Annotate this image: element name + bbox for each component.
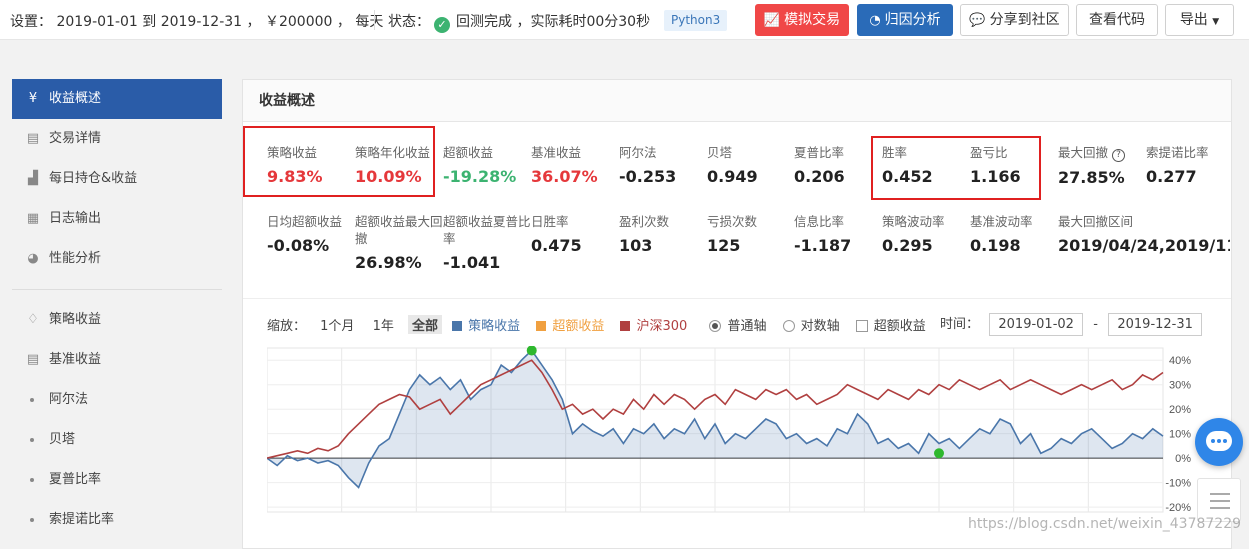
time-label: 时间：: [940, 317, 980, 332]
sidebar-subitem-alpha[interactable]: 阿尔法: [12, 380, 222, 420]
y-tick-label: 30%: [1169, 380, 1191, 392]
divider: [374, 10, 375, 30]
metric-win-count: 盈利次数 103: [619, 214, 670, 255]
metric-daily-win-rate: 日胜率 0.475: [531, 214, 582, 255]
sidebar-subitem-beta[interactable]: 贝塔: [12, 420, 222, 460]
export-dropdown[interactable]: 导出 ▼: [1165, 4, 1234, 36]
metric-excess-max-drawdown: 超额收益最大回撤 26.98%: [355, 214, 443, 272]
sidebar-item-performance[interactable]: ◕ 性能分析: [12, 239, 222, 279]
view-code-button[interactable]: 查看代码: [1076, 4, 1158, 36]
end-date-input[interactable]: 2019-12-31: [1108, 313, 1203, 336]
chat-float-button[interactable]: [1195, 418, 1243, 466]
pie-chart-icon: ◔: [869, 13, 881, 28]
overview-panel: 收益概述 策略收益 9.83% 策略年化收益 10.09% 超额收益 -19.28% …: [242, 79, 1232, 549]
metric-beta: 贝塔 0.949: [707, 145, 758, 186]
metric-excess-sharpe: 超额收益夏普比率 -1.041: [443, 214, 531, 272]
pie-icon: ◕: [27, 251, 39, 266]
sidebar-item-strategy-return[interactable]: ♢ 策略收益: [12, 300, 222, 340]
legend-excess[interactable]: 超额收益: [536, 319, 610, 334]
highlight-box-returns: [243, 126, 435, 197]
bullet-icon: [30, 478, 34, 482]
panel-title: 收益概述: [243, 80, 1231, 122]
bulb-icon: ♢: [27, 312, 39, 327]
watermark: https://blog.csdn.net/weixin_43787229: [968, 516, 1242, 532]
metric-sortino: 索提诺比率 0.277: [1146, 145, 1209, 186]
sidebar-item-overview[interactable]: ¥ 收益概述: [12, 79, 222, 119]
legend-hs300[interactable]: 沪深300: [620, 319, 693, 334]
y-tick-label: 10%: [1169, 429, 1191, 441]
log-icon: ▦: [26, 211, 40, 226]
list-icon: ▤: [26, 131, 40, 146]
time-range: 时间： 2019-01-02 - 2019-12-31: [940, 313, 1208, 336]
status-label: 状态：: [388, 14, 430, 30]
sidebar-item-trades[interactable]: ▤ 交易详情: [12, 119, 222, 159]
attribution-analysis-button[interactable]: ◔ 归因分析: [857, 4, 953, 36]
top-bar: 设置： 2019-01-01 到 2019-12-31 ， ￥200000 ， …: [0, 0, 1249, 40]
y-tick-label: 0%: [1175, 453, 1191, 465]
y-tick-label: 20%: [1169, 404, 1191, 416]
metric-excess-return: 超额收益 -19.28%: [443, 145, 517, 186]
bar-chart-icon: ▟: [28, 171, 38, 186]
sidebar: ¥ 收益概述 ▤ 交易详情 ▟ 每日持仓&收益 ▦ 日志输出 ◕ 性能分析 ♢ 策略收益 ▤…: [12, 79, 222, 540]
divider: [243, 298, 1231, 299]
check-icon: ✓: [434, 17, 450, 33]
y-tick-label: -10%: [1165, 478, 1191, 490]
benchmark-icon: ▤: [26, 352, 40, 367]
share-community-button[interactable]: 💬 分享到社区: [960, 4, 1069, 36]
metric-benchmark-volatility: 基准波动率 0.198: [970, 214, 1033, 255]
language-tag: Python3: [664, 10, 728, 31]
comment-icon: 💬: [969, 13, 986, 28]
simulate-trading-button[interactable]: 📈 模拟交易: [755, 4, 849, 36]
y-tick-label: -20%: [1165, 502, 1191, 514]
status-text: 回测完成 ，实际耗时00分30秒: [456, 14, 651, 30]
zoom-all-button[interactable]: 全部: [408, 315, 443, 334]
zoom-1y-button[interactable]: 1年: [369, 315, 398, 334]
highlight-box-winrate: [871, 136, 1041, 200]
zoom-label: 缩放：: [267, 319, 307, 334]
start-date-input[interactable]: 2019-01-02: [989, 313, 1084, 336]
axis-normal-radio[interactable]: 普通轴: [709, 319, 772, 334]
date-separator: -: [1093, 317, 1098, 332]
y-tick-label: 40%: [1169, 355, 1191, 367]
excess-checkbox[interactable]: 超额收益: [855, 319, 932, 334]
metric-loss-count: 亏损次数 125: [707, 214, 758, 255]
help-icon[interactable]: ?: [1112, 149, 1125, 162]
bullet-icon: [30, 438, 34, 442]
marker-point: [934, 448, 944, 459]
chart-controls: 缩放： 1个月 1年 全部 策略收益 超额收益 沪深300 普通轴 对数轴 超额…: [267, 315, 938, 334]
sidebar-divider: [12, 289, 222, 290]
metric-daily-excess: 日均超额收益 -0.08%: [267, 214, 343, 255]
backtest-settings: 设置： 2019-01-01 到 2019-12-31 ， ￥200000 ， …: [10, 14, 384, 30]
sidebar-item-benchmark-return[interactable]: ▤ 基准收益: [12, 340, 222, 380]
legend-strategy[interactable]: 策略收益: [452, 319, 526, 334]
metric-sharpe: 夏普比率 0.206: [794, 145, 845, 186]
metric-alpha: 阿尔法 -0.253: [619, 145, 677, 186]
yen-icon: ¥: [28, 91, 38, 106]
metric-strategy-volatility: 策略波动率 0.295: [882, 214, 945, 255]
sidebar-item-daily-positions[interactable]: ▟ 每日持仓&收益: [12, 159, 222, 199]
returns-chart[interactable]: 40% 30% 20% 10% 0% -10% -20%: [267, 346, 1197, 516]
axis-log-radio[interactable]: 对数轴: [782, 319, 846, 334]
bullet-icon: [30, 398, 34, 402]
metric-info-ratio: 信息比率 -1.187: [794, 214, 852, 255]
status-area: 状态： ✓ 回测完成 ，实际耗时00分30秒: [388, 11, 650, 33]
chat-bubble-icon: [1206, 431, 1232, 451]
metric-max-drawdown-range: 最大回撤区间2019/04/24,2019/11/1: [1058, 214, 1230, 255]
metric-benchmark-return: 基准收益 36.07%: [531, 145, 598, 186]
metric-max-drawdown: 最大回撤 ? 27.85%: [1058, 145, 1125, 187]
sidebar-item-log[interactable]: ▦ 日志输出: [12, 199, 222, 239]
caret-down-icon: ▼: [1212, 17, 1220, 27]
sidebar-subitem-sharpe[interactable]: 夏普比率: [12, 460, 222, 500]
sidebar-subitem-sortino[interactable]: 索提诺比率: [12, 500, 222, 540]
trend-chart-icon: 📈: [763, 13, 781, 28]
zoom-1m-button[interactable]: 1个月: [316, 315, 358, 334]
bullet-icon: [30, 518, 34, 522]
